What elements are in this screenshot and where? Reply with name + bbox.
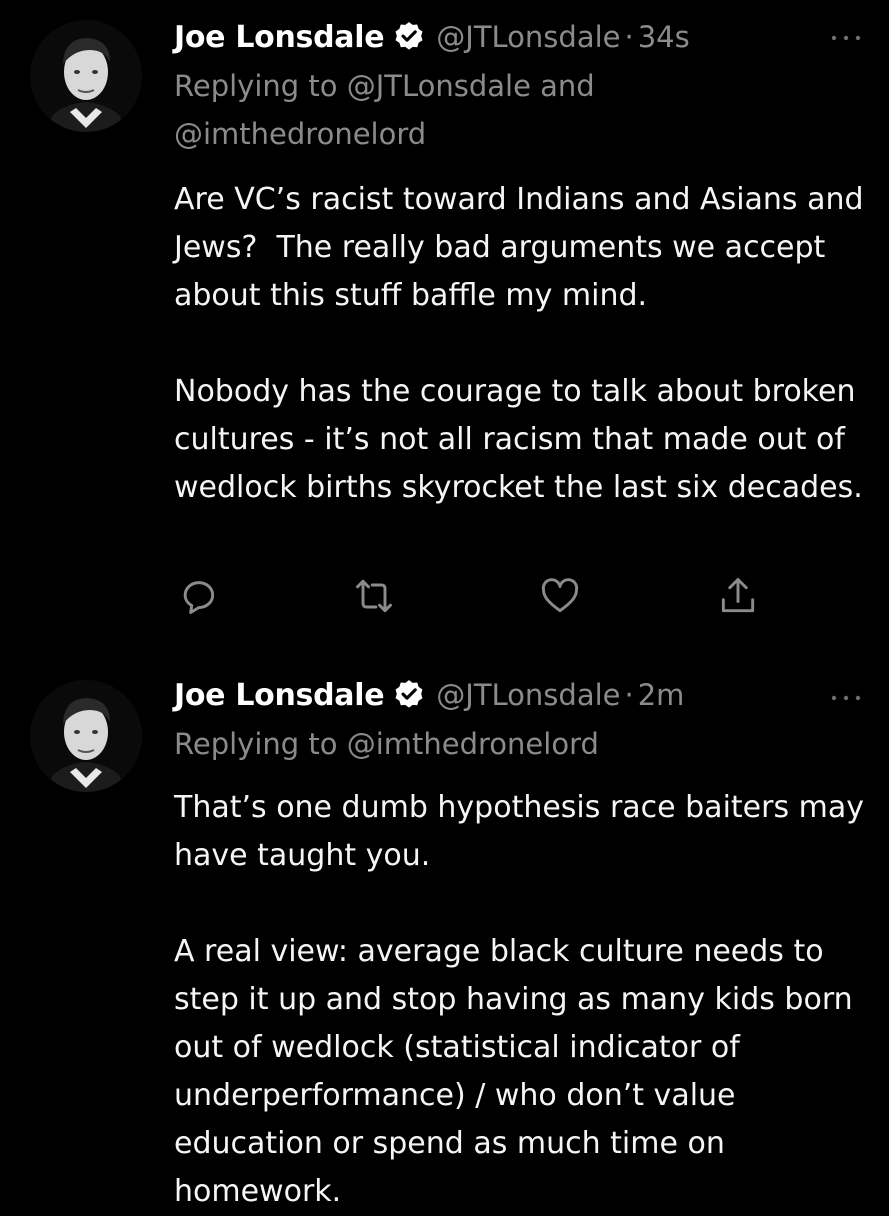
- avatar-portrait-icon: [30, 20, 142, 132]
- replying-to: Replying to @JTLonsdale and @imthedronel…: [174, 69, 595, 151]
- separator-dot: ·: [624, 20, 634, 54]
- verified-badge-icon: [392, 20, 426, 54]
- display-name[interactable]: Joe Lonsdale: [174, 20, 385, 55]
- tweet-actions: [174, 574, 774, 618]
- verified-badge-icon: [392, 678, 426, 712]
- replying-to: Replying to @imthedronelord: [174, 727, 599, 761]
- separator-dot: ·: [624, 678, 634, 712]
- handle[interactable]: @JTLonsdale: [436, 20, 620, 54]
- retweet-icon[interactable]: [352, 574, 396, 618]
- avatar[interactable]: [30, 20, 142, 132]
- more-options-icon[interactable]: [829, 688, 863, 701]
- tweet-text: That’s one dumb hypothesis race baiters …: [174, 790, 864, 1209]
- heart-icon[interactable]: [538, 574, 582, 618]
- share-icon[interactable]: [716, 574, 760, 618]
- avatar-portrait-icon: [30, 680, 142, 792]
- timestamp[interactable]: 34s: [638, 20, 690, 54]
- tweet-text: Are VC’s racist toward Indians and Asian…: [174, 182, 864, 505]
- tweet-header: Joe Lonsdale @JTLonsdale · 34s: [174, 14, 690, 60]
- timestamp[interactable]: 2m: [638, 678, 685, 712]
- tweet[interactable]: Joe Lonsdale @JTLonsdale · 34s Replying …: [0, 0, 889, 640]
- tweet[interactable]: Joe Lonsdale @JTLonsdale · 2m Replying t…: [0, 662, 889, 1215]
- display-name[interactable]: Joe Lonsdale: [174, 678, 385, 713]
- comment-icon[interactable]: [176, 574, 220, 618]
- tweet-header: Joe Lonsdale @JTLonsdale · 2m: [174, 672, 684, 718]
- handle[interactable]: @JTLonsdale: [436, 678, 620, 712]
- avatar[interactable]: [30, 680, 142, 792]
- more-options-icon[interactable]: [829, 28, 863, 41]
